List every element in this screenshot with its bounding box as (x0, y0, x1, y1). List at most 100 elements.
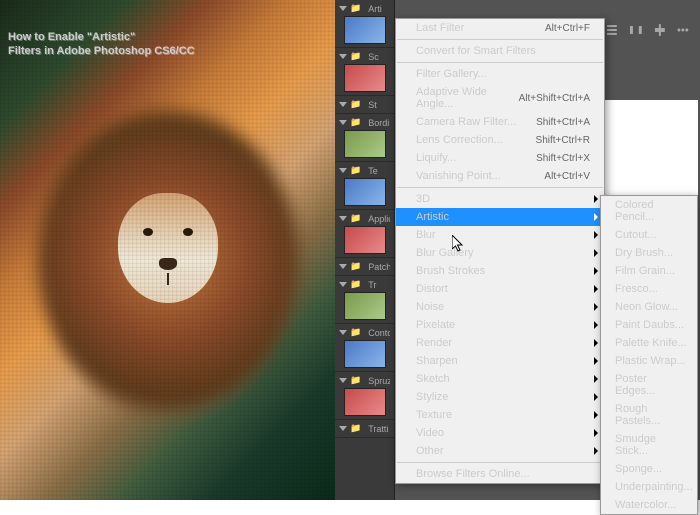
folder-glyph-icon: 📁 (350, 51, 361, 62)
panel-folder-row[interactable]: 📁Applica te (335, 212, 394, 225)
menu-label: Video (416, 427, 444, 439)
menu-lens-correction[interactable]: Lens Correction... Shift+Ctrl+R (396, 131, 604, 149)
filter-thumbnail[interactable] (344, 178, 386, 206)
menu-filter-gallery[interactable]: Filter Gallery... (396, 65, 604, 83)
folder-icon (339, 120, 347, 125)
menu-last-filter[interactable]: Last Filter Alt+Ctrl+F (396, 19, 604, 37)
menu-label: Rough Pastels... (615, 403, 689, 427)
menu-category-distort[interactable]: Distort (396, 280, 604, 298)
panel-folder-row[interactable]: 📁Bordi brill (335, 116, 394, 129)
panel-folder-row[interactable]: 📁St (335, 98, 394, 111)
filter-thumbnail[interactable] (344, 130, 386, 158)
overlay-line2: Filters in Adobe Photoshop CS6/CC (8, 44, 195, 58)
folder-icon (339, 6, 347, 11)
menu-adaptive-wide-angle[interactable]: Adaptive Wide Angle... Alt+Shift+Ctrl+A (396, 83, 604, 113)
filter-thumbnail[interactable] (344, 64, 386, 92)
menu-category-pixelate[interactable]: Pixelate (396, 316, 604, 334)
panel-folder-row[interactable]: 📁Tratti ad (335, 422, 394, 435)
submenu-item-palette-knife[interactable]: Palette Knife... (601, 334, 697, 352)
menu-label: Texture (416, 409, 452, 421)
panel-folder-row[interactable]: 📁Sc (335, 50, 394, 63)
menu-category-sketch[interactable]: Sketch (396, 370, 604, 388)
filter-thumbnail[interactable] (344, 226, 386, 254)
filter-thumbnail[interactable] (344, 340, 386, 368)
submenu-item-rough-pastels[interactable]: Rough Pastels... (601, 400, 697, 430)
menu-vanishing-point[interactable]: Vanishing Point... Alt+Ctrl+V (396, 167, 604, 185)
filter-thumbnail[interactable] (344, 292, 386, 320)
submenu-item-film-grain[interactable]: Film Grain... (601, 262, 697, 280)
distribute-icon[interactable] (629, 23, 643, 37)
menu-label: Sponge... (615, 463, 662, 475)
lion-image (68, 140, 268, 380)
menu-shortcut: Alt+Shift+Ctrl+A (519, 93, 590, 104)
folder-glyph-icon: 📁 (350, 261, 361, 272)
menu-camera-raw[interactable]: Camera Raw Filter... Shift+Ctrl+A (396, 113, 604, 131)
menu-label: Filter Gallery... (416, 68, 487, 80)
artistic-submenu: Colored Pencil... Cutout... Dry Brush...Fi… (600, 195, 698, 515)
menu-shortcut: Alt+Ctrl+F (545, 23, 590, 34)
folder-glyph-icon: 📁 (350, 213, 361, 224)
folder-glyph-icon: 📁 (350, 375, 361, 386)
menu-label: Brush Strokes (416, 265, 485, 277)
menu-label: Colored Pencil... (615, 199, 689, 223)
panel-label: Tr (364, 280, 380, 290)
menu-shortcut: Shift+Ctrl+X (536, 153, 590, 164)
submenu-item-dry-brush[interactable]: Dry Brush... (601, 244, 697, 262)
panel-label: Spruzz (364, 376, 390, 386)
menu-category-video[interactable]: Video (396, 424, 604, 442)
menu-convert-smart[interactable]: Convert for Smart Filters (396, 42, 604, 60)
submenu-item-plastic-wrap[interactable]: Plastic Wrap... (601, 352, 697, 370)
submenu-item-watercolor[interactable]: Watercolor... (601, 496, 697, 514)
menu-label: Fresco... (615, 283, 658, 295)
submenu-item-poster-edges[interactable]: Poster Edges... (601, 370, 697, 400)
menu-category-other[interactable]: Other (396, 442, 604, 460)
submenu-item-colored-pencil[interactable]: Colored Pencil... (601, 196, 697, 226)
menu-label: Lens Correction... (416, 134, 503, 146)
menu-label: Plastic Wrap... (615, 355, 686, 367)
filter-thumbnail[interactable] (344, 16, 386, 44)
align-center-icon[interactable] (653, 23, 667, 37)
panel-folder-row[interactable]: 📁Arti (335, 2, 394, 15)
menu-category-blur[interactable]: Blur (396, 226, 604, 244)
submenu-item-smudge-stick[interactable]: Smudge Stick... (601, 430, 697, 460)
menu-label: Other (416, 445, 444, 457)
menu-label: Cutout... (615, 229, 657, 241)
panel-folder-row[interactable]: 📁Patch (335, 260, 394, 273)
panel-folder-row[interactable]: 📁Spruzz (335, 374, 394, 387)
panel-folder-row[interactable]: 📁Tr (335, 278, 394, 291)
folder-glyph-icon: 📁 (350, 279, 361, 290)
menu-category-texture[interactable]: Texture (396, 406, 604, 424)
submenu-item-sponge[interactable]: Sponge... (601, 460, 697, 478)
menu-liquify[interactable]: Liquify... Shift+Ctrl+X (396, 149, 604, 167)
photoshop-window: How to Enable "Artistic" Filters in Adob… (0, 0, 700, 500)
document-canvas[interactable]: How to Enable "Artistic" Filters in Adob… (0, 0, 335, 500)
panel-label: Tratti ad (364, 424, 390, 434)
panel-folder-row[interactable]: 📁Te (335, 164, 394, 177)
filter-thumbnail[interactable] (344, 388, 386, 416)
menu-label: Underpainting... (615, 481, 693, 493)
menu-category-noise[interactable]: Noise (396, 298, 604, 316)
submenu-item-neon-glow[interactable]: Neon Glow... (601, 298, 697, 316)
menu-icon[interactable] (676, 23, 690, 37)
menu-category-stylize[interactable]: Stylize (396, 388, 604, 406)
submenu-item-paint-daubs[interactable]: Paint Daubs... (601, 316, 697, 334)
filter-presets-panel[interactable]: 📁Arti📁Sc📁St📁Bordi brill📁Te📁Applica te📁Pa… (335, 0, 395, 500)
menu-category-3d[interactable]: 3D (396, 190, 604, 208)
folder-glyph-icon: 📁 (350, 423, 361, 434)
submenu-item-fresco[interactable]: Fresco... (601, 280, 697, 298)
folder-icon (339, 426, 347, 431)
folder-icon (339, 378, 347, 383)
menu-browse-online[interactable]: Browse Filters Online... (396, 465, 604, 483)
panel-folder-row[interactable]: 📁Contorni ac (335, 326, 394, 339)
submenu-item-cutout[interactable]: Cutout... (601, 226, 697, 244)
menu-category-sharpen[interactable]: Sharpen (396, 352, 604, 370)
menu-category-artistic[interactable]: Artistic (396, 208, 604, 226)
menu-category-render[interactable]: Render (396, 334, 604, 352)
menu-category-blur-gallery[interactable]: Blur Gallery (396, 244, 604, 262)
menu-category-brush-strokes[interactable]: Brush Strokes (396, 262, 604, 280)
menu-label: Distort (416, 283, 448, 295)
panel-label: Arti (364, 4, 386, 14)
submenu-item-underpainting[interactable]: Underpainting... (601, 478, 697, 496)
menu-label: Stylize (416, 391, 448, 403)
align-icon[interactable] (605, 23, 619, 37)
